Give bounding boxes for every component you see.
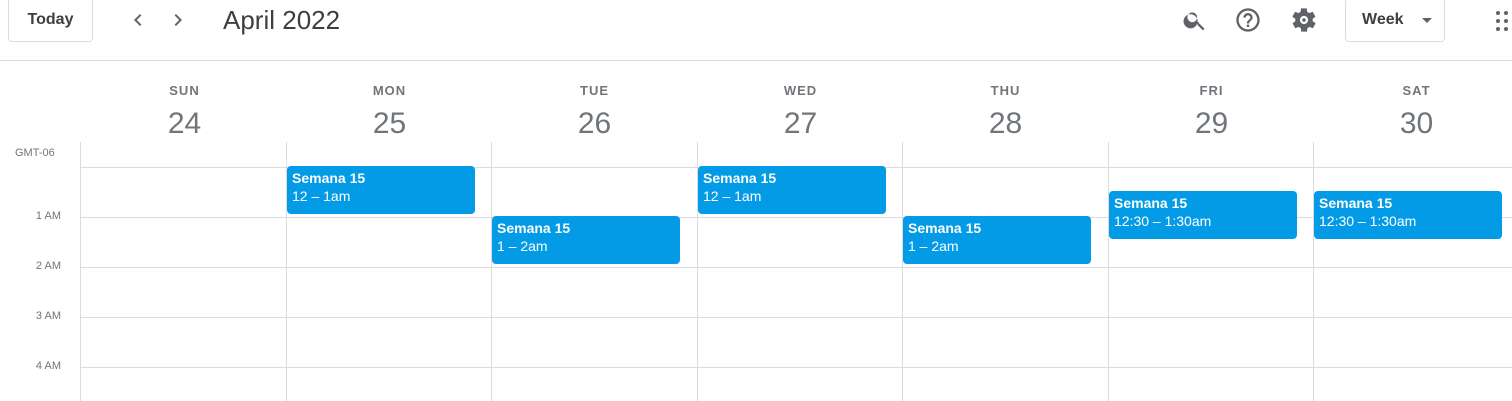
event-time: 12 – 1am [292,188,351,204]
day-column-divider [1313,142,1314,401]
previous-week-button[interactable] [122,4,154,36]
event-title: Semana 15 [292,170,366,186]
gear-icon [1292,8,1316,32]
event-time: 12:30 – 1:30am [1319,213,1417,229]
day-header-sun[interactable]: SUN 24 [82,84,287,141]
day-number[interactable]: 29 [1109,107,1314,141]
calendar-event[interactable]: Semana 15 1 – 2am [903,216,1091,264]
event-title: Semana 15 [1114,195,1188,211]
day-header-tue[interactable]: TUE 26 [492,84,697,141]
view-selector-label: Week [1362,11,1404,28]
hour-label: 4 AM [35,360,61,372]
day-header-thu[interactable]: THU 28 [903,84,1108,141]
help-button[interactable] [1232,4,1264,36]
event-time: 12:30 – 1:30am [1114,213,1212,229]
calendar-event[interactable]: Semana 15 12:30 – 1:30am [1109,191,1297,239]
day-name: SAT [1402,83,1431,98]
day-header-sat[interactable]: SAT 30 [1314,84,1512,141]
today-button[interactable]: Today [8,0,93,42]
search-button[interactable] [1179,4,1211,36]
search-icon [1183,12,1205,31]
month-title: April 2022 [223,5,341,35]
hour-gridline [80,267,1512,268]
hour-label: 1 AM [35,210,61,222]
day-header-wed[interactable]: WED 27 [698,84,903,141]
day-name: WED [783,83,818,98]
event-title: Semana 15 [908,220,982,236]
hour-label: 2 AM [35,260,61,272]
chevron-left-icon [134,14,142,26]
hour-label: 3 AM [35,310,61,322]
event-time: 1 – 2am [497,238,548,254]
chevron-right-icon [174,14,182,26]
calendar-header: Today April 2022 Week [0,0,1512,61]
hour-gridline [80,367,1512,368]
event-time: 12 – 1am [703,188,762,204]
timezone-label: GMT-06 [15,147,55,159]
hour-gridline [80,317,1512,318]
view-selector[interactable]: Week [1345,0,1445,42]
calendar-event[interactable]: Semana 15 1 – 2am [492,216,680,264]
calendar-event[interactable]: Semana 15 12 – 1am [287,166,475,214]
day-name: TUE [580,83,609,98]
day-column-divider [1108,142,1109,401]
event-title: Semana 15 [1319,195,1393,211]
calendar-event[interactable]: Semana 15 12:30 – 1:30am [1314,191,1502,239]
event-title: Semana 15 [497,220,571,236]
day-column-divider [80,142,81,401]
day-number[interactable]: 26 [492,107,697,141]
settings-button[interactable] [1288,4,1320,36]
next-week-button[interactable] [162,4,194,36]
day-name: SUN [169,83,200,98]
apps-grid-icon[interactable] [1490,8,1512,34]
calendar-event[interactable]: Semana 15 12 – 1am [698,166,886,214]
day-name: THU [990,83,1021,98]
day-number[interactable]: 28 [903,107,1108,141]
day-name: FRI [1199,83,1224,98]
day-number[interactable]: 30 [1314,107,1512,141]
day-header-fri[interactable]: FRI 29 [1109,84,1314,141]
help-icon [1236,8,1260,32]
day-number[interactable]: 24 [82,107,287,141]
event-time: 1 – 2am [908,238,959,254]
day-name: MON [372,83,407,98]
event-title: Semana 15 [703,170,777,186]
day-header-mon[interactable]: MON 25 [287,84,492,141]
day-column-divider [902,142,903,401]
day-number[interactable]: 25 [287,107,492,141]
caret-down-icon [1422,18,1432,23]
day-number[interactable]: 27 [698,107,903,141]
hour-gridline [80,217,1512,218]
day-column-divider [491,142,492,401]
